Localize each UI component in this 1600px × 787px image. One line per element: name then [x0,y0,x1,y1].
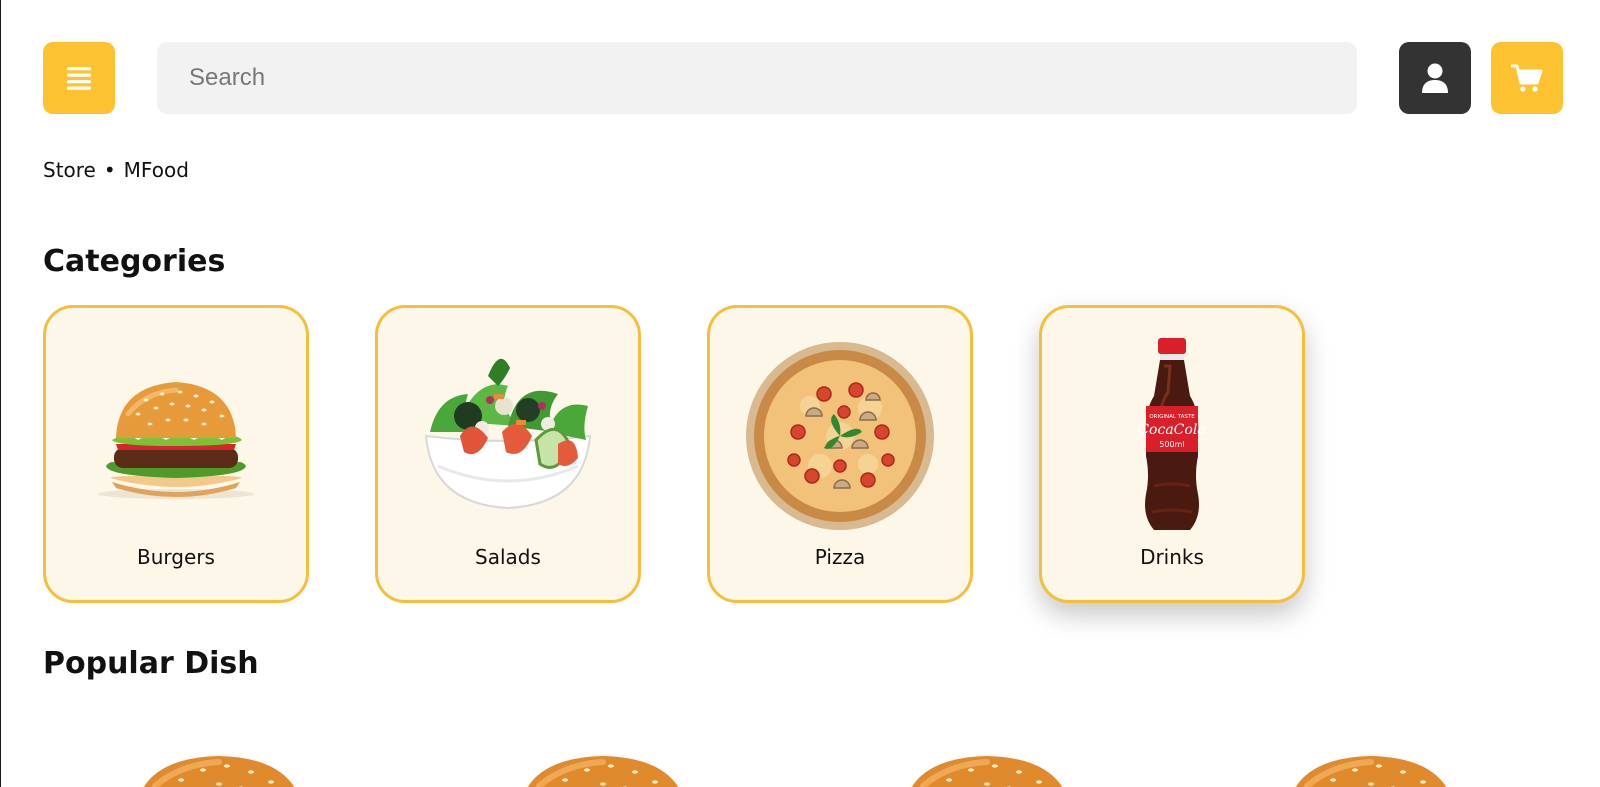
category-label: Pizza [814,545,866,569]
user-icon [1422,63,1448,93]
breadcrumb-current: MFood [123,158,189,182]
salad-image [424,358,592,510]
breadcrumb-separator: • [103,158,116,182]
popular-dish-image[interactable] [131,756,307,787]
popular-dish-title: Popular Dish [43,646,259,681]
search-input[interactable] [157,42,1357,114]
cart-icon [1511,64,1543,92]
svg-text:500ml: 500ml [1159,440,1184,449]
categories-title: Categories [43,244,226,279]
cart-button[interactable] [1491,42,1563,114]
category-card-drinks[interactable]: ORIGINAL TASTE CocaCola 500ml Drinks [1039,305,1305,603]
pizza-image [746,342,934,530]
category-card-pizza[interactable]: Pizza [707,305,973,603]
svg-text:ORIGINAL TASTE: ORIGINAL TASTE [1149,414,1195,420]
svg-text:CocaCola: CocaCola [1138,422,1205,438]
popular-dish-image[interactable] [899,756,1075,787]
category-card-salads[interactable]: Salads [375,305,641,603]
account-button[interactable] [1399,42,1471,114]
breadcrumb: Store • MFood [43,158,189,182]
category-label: Drinks [1140,545,1204,569]
cola-bottle-image: ORIGINAL TASTE CocaCola 500ml [1138,338,1206,530]
category-card-burgers[interactable]: Burgers [43,305,309,603]
app-frame: Store • MFood Categories [0,0,1600,787]
menu-button[interactable] [43,42,115,114]
popular-dish-image[interactable] [1283,756,1459,787]
top-bar [43,42,1563,114]
category-label: Salads [475,545,541,569]
category-label: Burgers [137,545,215,569]
popular-dish-image[interactable] [515,756,691,787]
breadcrumb-store-link[interactable]: Store [43,158,96,182]
burger-image [98,382,254,499]
menu-icon [67,67,91,90]
